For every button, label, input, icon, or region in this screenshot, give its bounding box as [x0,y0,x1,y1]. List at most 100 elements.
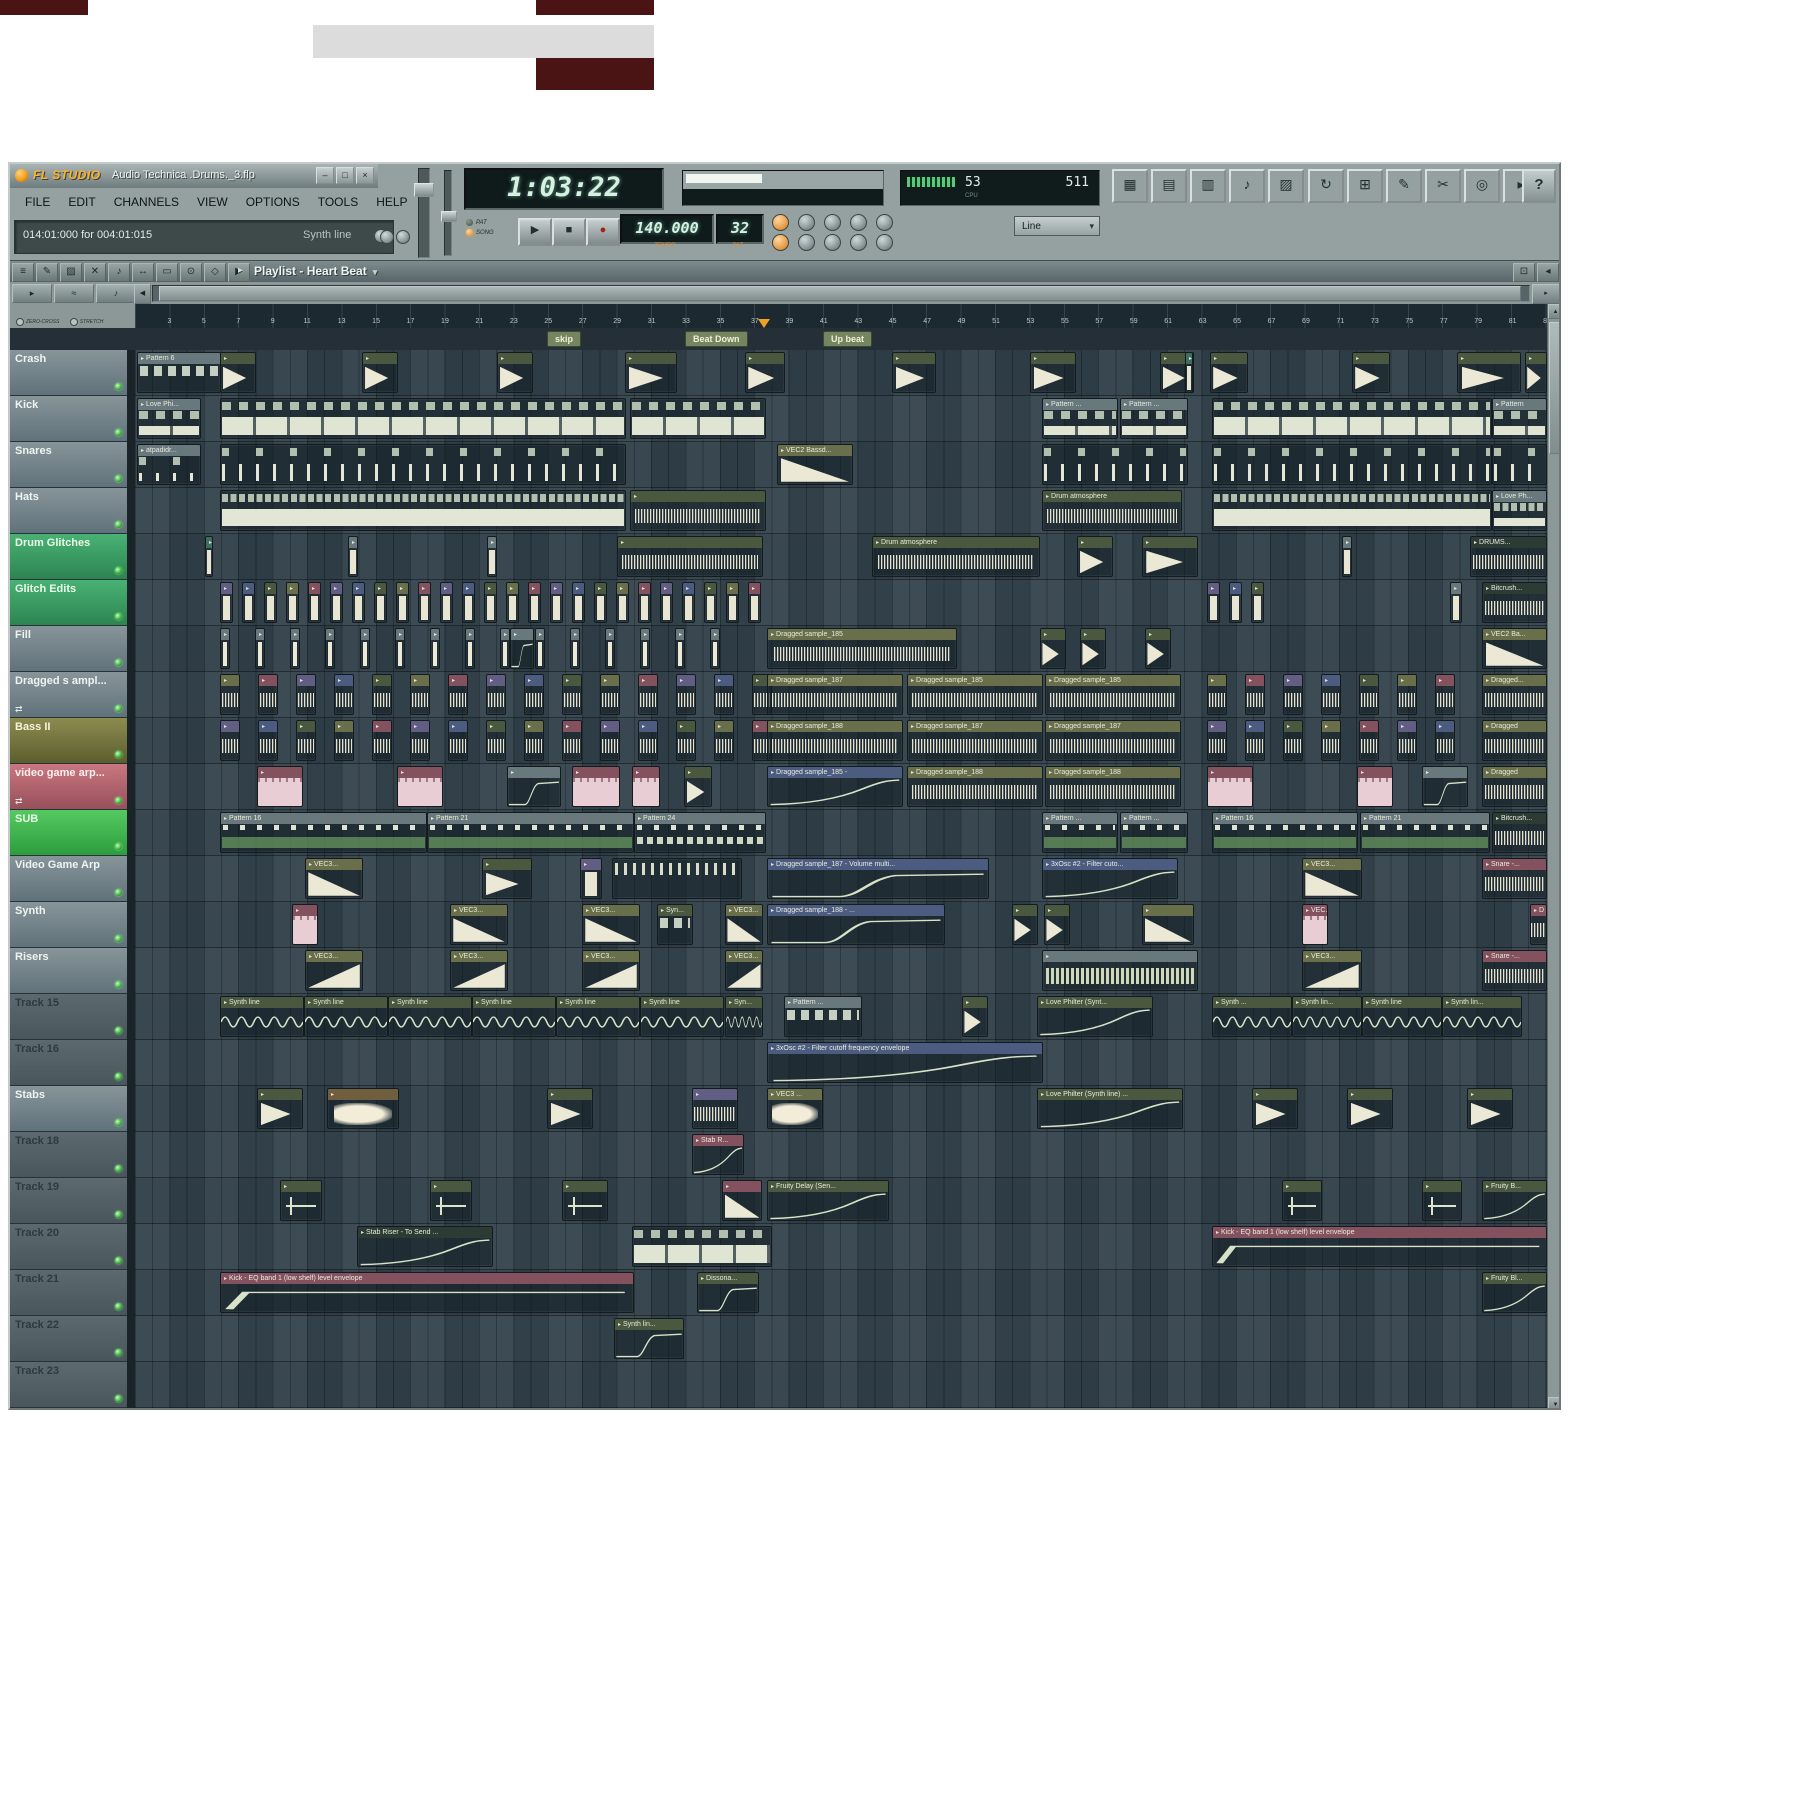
track-header-fill[interactable]: Fill [10,626,127,672]
playlist-clip[interactable]: ▸Pattern ... [1120,812,1188,853]
playlist-clip[interactable]: ▸ [745,352,785,393]
hscroll-thumb[interactable] [159,286,1521,301]
playlist-clip[interactable]: ▸Pattern [1492,398,1547,439]
menu-channels[interactable]: CHANNELS [105,191,188,213]
track-enable-led[interactable] [115,1257,122,1264]
track-header-sub[interactable]: SUB [10,810,127,856]
playlist-clip[interactable]: ▸Fruity Bl... [1482,1272,1547,1313]
playlist-clip[interactable]: ▸Dragged sample_187 - Volume multi... [767,858,989,899]
shuffle-slider-thumb[interactable] [441,211,457,222]
playlist-clip[interactable]: ▸ [1422,1180,1462,1221]
record-button[interactable]: ● [586,218,620,246]
playlist-clip[interactable]: ▸ [1210,352,1248,393]
track-header-video-game-arp-[interactable]: video game arp...⇄ [10,764,127,810]
playlist-clip[interactable]: ▸Pattern ... [784,996,862,1037]
track-enable-led[interactable] [115,1349,122,1356]
playlist-clip[interactable]: ▸ [352,582,365,623]
playlist-clip[interactable]: ▸ [1030,352,1076,393]
menu-edit[interactable]: EDIT [59,191,104,213]
playlist-clip[interactable]: ▸ [962,996,988,1037]
playlist-clip[interactable]: ▸ [286,582,299,623]
playlist-clip[interactable]: ▸ [1435,674,1455,715]
track-header-track-16[interactable]: Track 16 [10,1040,127,1086]
playlist-clip[interactable]: ▸ [1422,766,1468,807]
playlist-clip[interactable]: ▸ [396,582,409,623]
playlist-clip[interactable]: ▸ [640,628,650,669]
playlist-clip[interactable]: ▸ [257,1088,303,1129]
pattern-tab-icon[interactable]: ▸ [12,284,52,303]
playlist-clip[interactable] [1212,490,1492,531]
track-enable-led[interactable] [115,475,122,482]
playlist-clip[interactable]: ▸ [308,582,321,623]
playlist-clip[interactable]: ▸VEC3... [1302,950,1362,991]
playlist-clip[interactable]: ▸ [547,1088,593,1129]
playlist-clip[interactable]: ▸ [562,674,582,715]
menu-icon[interactable]: ≡ [12,263,34,282]
track-enable-led[interactable] [115,1073,122,1080]
playlist-clip[interactable]: ▸Synth lin... [614,1318,684,1359]
playlist-clip[interactable]: ▸VEC2 Ba... [1482,628,1547,669]
undo-icon[interactable]: ↻ [1308,169,1344,203]
playlist-clip[interactable]: ▸Dragged sample_187 [767,674,903,715]
track-header-kick[interactable]: Kick [10,396,127,442]
track-header-synth[interactable]: Synth [10,902,127,948]
playlist-clip[interactable]: ▸Pattern 24 [634,812,766,853]
track-enable-led[interactable] [115,521,122,528]
vscroll-thumb[interactable] [1549,322,1561,454]
playlist-clip[interactable]: ▸ [722,1180,762,1221]
playlist-clip[interactable] [220,444,626,485]
playlist-clip[interactable]: ▸ [638,582,651,623]
record-option-button[interactable] [824,234,841,251]
vscroll-down-arrow[interactable]: ▼ [1548,1397,1561,1410]
track-header-track-15[interactable]: Track 15 [10,994,127,1040]
playlist-clip[interactable]: ▸ [1450,582,1462,623]
track-header-track-19[interactable]: Track 19 [10,1178,127,1224]
playlist-clip[interactable]: ▸Synth lin... [1292,996,1362,1037]
playlist-clip[interactable]: ▸Kick - EQ band 1 (low shelf) level enve… [1212,1226,1547,1267]
playlist-clip[interactable]: ▸ [220,352,256,393]
track-header-drum-glitches[interactable]: Drum Glitches [10,534,127,580]
stretch-radio-icon[interactable] [70,318,78,326]
timeline-marker[interactable]: Up beat [823,331,872,347]
track-header-risers[interactable]: Risers [10,948,127,994]
close-button[interactable]: × [356,167,374,184]
automation-tab-icon[interactable]: ♪ [96,284,136,303]
playlist-clip[interactable]: ▸ [1207,720,1227,761]
playlist-clip[interactable]: ▸ [448,674,468,715]
playlist-clip[interactable]: ▸ [360,628,370,669]
track-header-hats[interactable]: Hats [10,488,127,534]
playlist-title-dropdown-icon[interactable]: ▾ [373,267,378,277]
playlist-clip[interactable]: ▸Dragged sample_185 - [767,766,903,807]
playlist-clip[interactable] [612,858,742,899]
playlist-clip[interactable]: ▸ [510,628,534,669]
playlist-clip[interactable]: ▸ [325,628,335,669]
tempo-display[interactable]: 140.000 [620,214,714,244]
playlist-clip[interactable]: ▸Fruity Delay (Sen... [767,1180,889,1221]
playlist-clip[interactable]: ▸ [462,582,475,623]
record-option-button[interactable] [876,234,893,251]
playlist-clip[interactable]: ▸ [617,536,763,577]
playlist-clip[interactable]: ▸ [562,720,582,761]
playlist-clip[interactable]: ▸VEC3... [582,950,640,991]
shuffle-slider[interactable] [444,170,452,256]
playlist-clip[interactable]: ▸ [1142,904,1194,945]
playlist-clip[interactable]: ▸ [372,720,392,761]
playlist-clip[interactable]: ▸Dragged sample_188 [767,720,903,761]
playlist-clip[interactable]: ▸ [1283,674,1303,715]
playlist-clip[interactable]: ▸Drum atmosphere [1042,490,1182,531]
playlist-clip[interactable]: ▸ [500,628,510,669]
track-enable-led[interactable] [115,935,122,942]
playlist-clip[interactable]: ▸Love Philter (Synt... [1037,996,1153,1037]
target-icon[interactable]: ◎ [1464,169,1500,203]
playlist-clip[interactable]: ▸ [580,858,602,899]
playlist-clip[interactable]: ▸ [220,628,230,669]
timeline-marker[interactable]: skip [547,331,581,347]
playlist-clip[interactable]: ▸ [1185,352,1193,393]
playlist-clip[interactable]: ▸ [255,628,265,669]
playlist-clip[interactable]: ▸ [507,766,561,807]
pat-song-switch[interactable]: PAT SONG [466,216,514,252]
playlist-clip[interactable]: ▸Synth lin... [1442,996,1522,1037]
timeline-marker[interactable]: Beat Down [685,331,748,347]
playlist-clip[interactable]: ▸3xOsc #2 - Filter cuto... [1042,858,1178,899]
playlist-clip[interactable]: ▸Pattern ... [1120,398,1188,439]
